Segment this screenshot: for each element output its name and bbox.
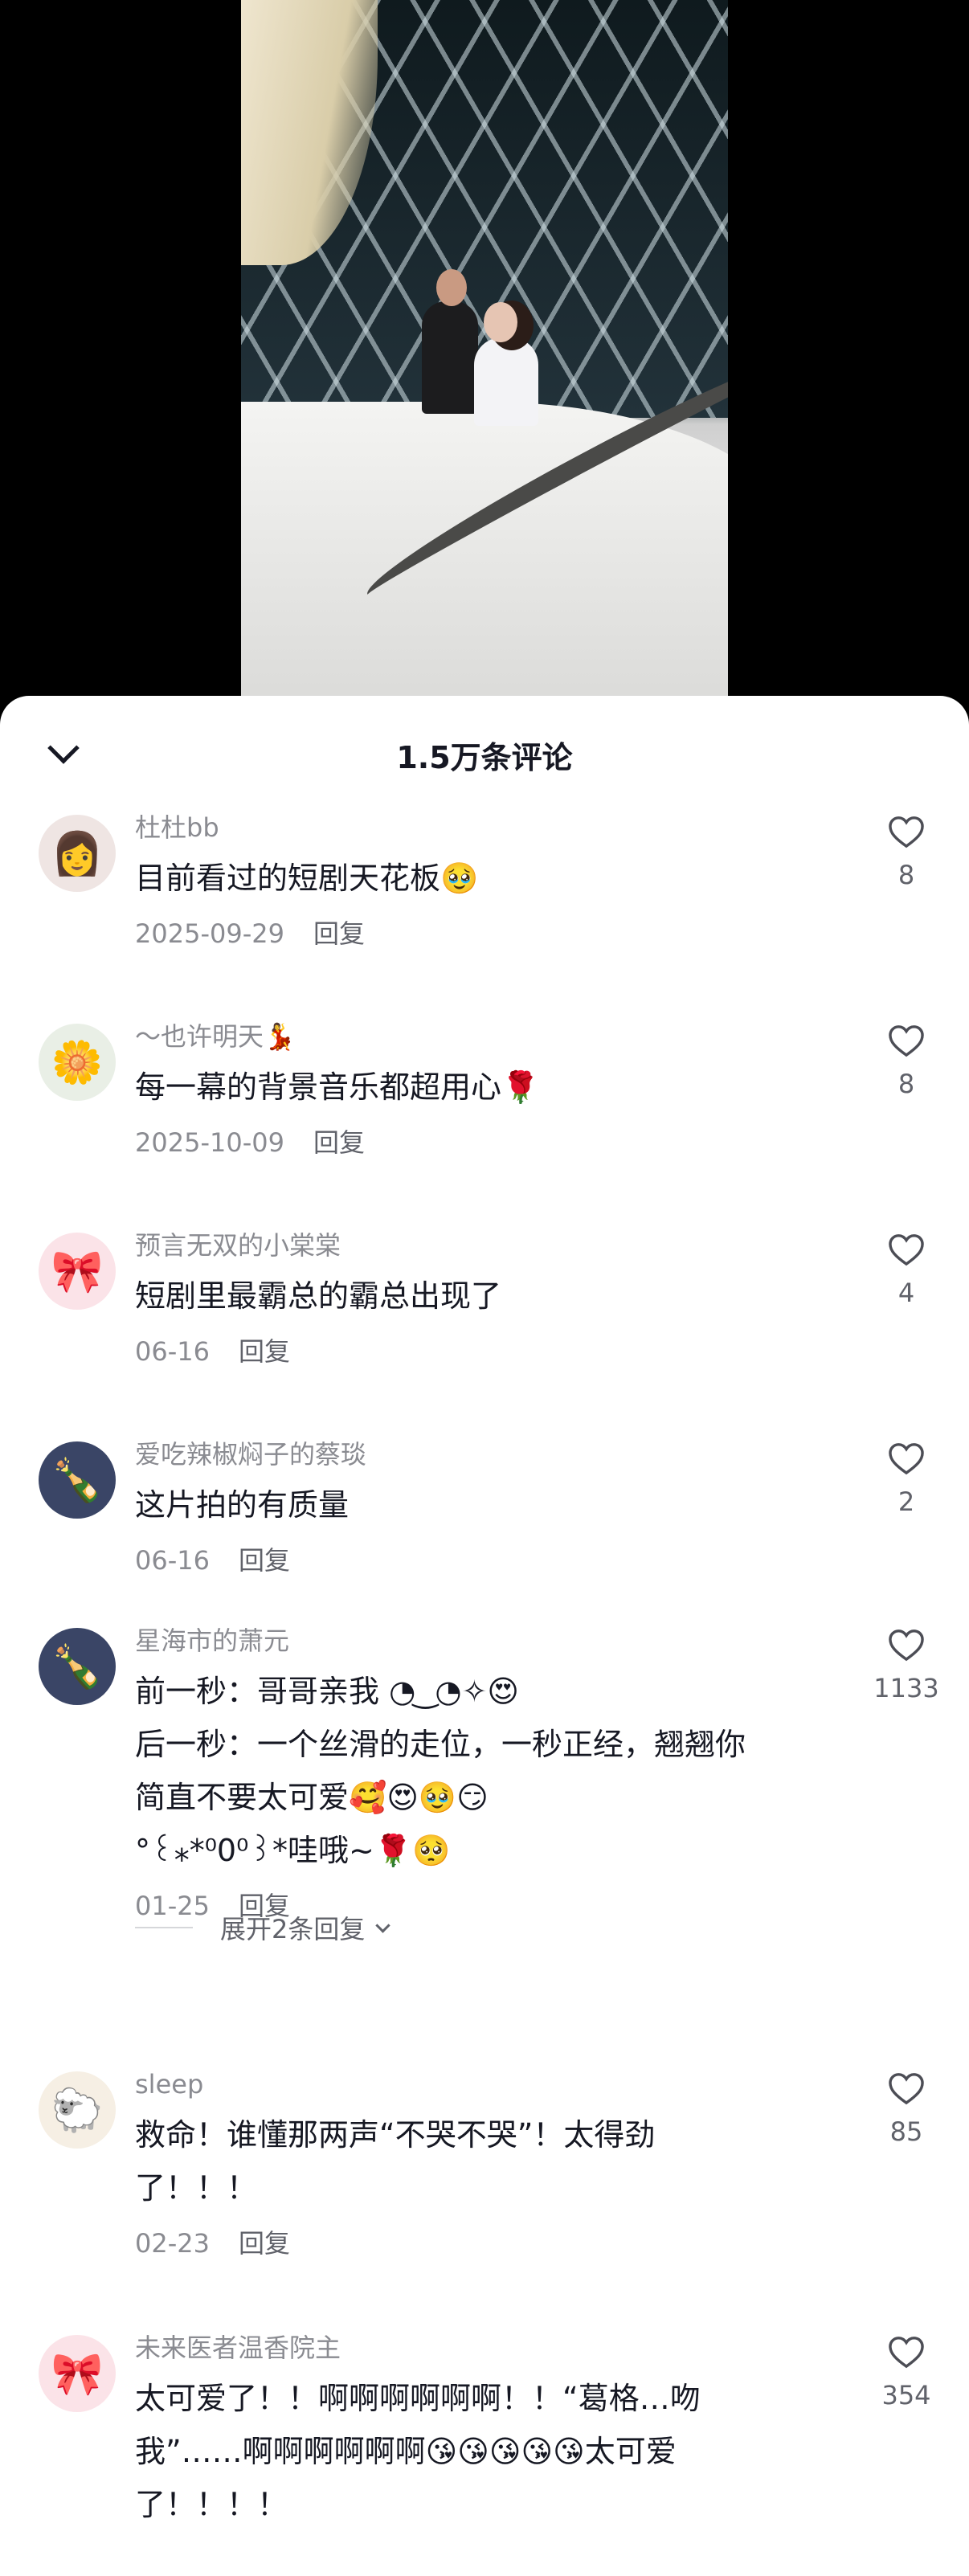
avatar[interactable]: 🌼 [39,1024,116,1101]
comment-meta: 06-16 回复 [135,1334,826,1369]
comment-date: 06-16 [135,1336,210,1367]
comment-text: 救命！谁懂那两声“不哭不哭”！太得劲 了！！！ [135,2108,826,2214]
comments-header: 1.5万条评论 [0,696,969,800]
heart-icon [889,1025,924,1057]
divider [135,1927,193,1928]
like-count: 8 [897,860,915,890]
comment-text-line: 了！！！ [135,2170,258,2206]
comment-date: 2025-09-29 [135,918,284,949]
comment-text-line: 简直不要太可爱🥰😍🥹😏 [135,1780,489,1815]
reply-button[interactable]: 回复 [313,1127,365,1158]
reply-button[interactable]: 回复 [239,1545,290,1576]
figure-woman [474,302,538,426]
heart-icon [889,2337,924,2369]
comment-text-line: °꒰⁎*⁰0⁰꒱*哇哦~🌹🥺 [135,1833,451,1868]
like-count: 1133 [873,1673,939,1703]
heart-icon [889,1443,924,1475]
like-button[interactable]: 8 [868,815,945,890]
like-count: 85 [889,2116,923,2147]
comments-count-title: 1.5万条评论 [396,740,573,775]
comment-date: 06-16 [135,1545,210,1576]
comments-sheet: 1.5万条评论 👩 杜杜bb 目前看过的短剧天花板🥹 2025-09-29 回复 … [0,696,969,2576]
avatar[interactable]: 🍾 [39,1628,116,1705]
comment-meta: 06-16 回复 [135,1543,826,1578]
comment-text-line: 前一秒：哥哥亲我 ◔ ͜ ◔✧😍 [135,1674,520,1709]
reply-button[interactable]: 回复 [239,2228,290,2259]
comment-username[interactable]: 杜杜bb [135,810,826,845]
like-count: 2 [897,1486,915,1517]
comment-username[interactable]: 未来医者温香院主 [135,2330,826,2365]
like-count: 8 [897,1069,915,1099]
figure-man [422,269,478,414]
comment-text-line: 了！！！！ [135,2487,288,2522]
avatar[interactable]: 🍾 [39,1441,116,1519]
avatar[interactable]: 🐑 [39,2071,116,2149]
reply-button[interactable]: 回复 [239,1336,290,1367]
heart-icon [889,1629,924,1662]
comment-date: 2025-10-09 [135,1127,284,1158]
like-button[interactable]: 1133 [868,1628,945,1703]
heart-icon [889,1234,924,1266]
comment-text-line: 太可爱了！！啊啊啊啊啊啊！！“葛格…吻 [135,2381,701,2416]
comment-date: 02-23 [135,2228,210,2259]
reply-button[interactable]: 回复 [313,918,365,949]
comment-username[interactable]: 预言无双的小棠棠 [135,1228,826,1263]
comment-text: 这片拍的有质量 [135,1487,350,1523]
like-button[interactable]: 8 [868,1024,945,1099]
avatar[interactable]: 👩 [39,815,116,892]
comment-username[interactable]: 星海市的萧元 [135,1623,826,1658]
comment-meta: 02-23 回复 [135,2226,826,2261]
expand-replies-label: 展开2条回复 [220,1914,366,1944]
avatar[interactable]: 🎀 [39,1233,116,1310]
like-count: 354 [881,2380,931,2410]
comment-text: 短剧里最霸总的霸总出现了 [135,1278,502,1314]
like-button[interactable]: 4 [868,1233,945,1308]
comment-text: 前一秒：哥哥亲我 ◔ ͜ ◔✧😍 后一秒：一个丝滑的走位，一秒正经，翘翘你 简直… [135,1665,826,1877]
chevron-down-icon [375,1917,391,1933]
heart-icon [889,816,924,848]
expand-replies-button[interactable]: 展开2条回复 [135,1909,391,1946]
comment-text-line: 后一秒：一个丝滑的走位，一秒正经，翘翘你 [135,1727,746,1762]
like-count: 4 [897,1278,915,1308]
comment-text: 太可爱了！！啊啊啊啊啊啊！！“葛格…吻 我”……啊啊啊啊啊啊😘😘😘😘😘太可爱 了… [135,2372,826,2531]
video-frame[interactable] [241,0,728,707]
comment-meta: 2025-10-09 回复 [135,1125,826,1160]
comment-username[interactable]: sleep [135,2067,826,2102]
comment-text: 目前看过的短剧天花板🥹 [135,861,479,896]
comment-meta: 2025-09-29 回复 [135,916,826,951]
video-player[interactable] [0,0,969,707]
like-button[interactable]: 85 [868,2071,945,2147]
comment-text: 每一幕的背景音乐都超用心🌹 [135,1069,540,1105]
like-button[interactable]: 2 [868,1441,945,1517]
comment-text-line: 救命！谁懂那两声“不哭不哭”！太得劲 [135,2117,656,2153]
heart-icon [889,2073,924,2105]
comment-username[interactable]: ～也许明天💃 [135,1019,826,1054]
comment-username[interactable]: 爱吃辣椒焖子的蔡琰 [135,1437,826,1472]
comment-text-line: 我”……啊啊啊啊啊啊😘😘😘😘😘太可爱 [135,2434,677,2469]
avatar[interactable]: 🎀 [39,2335,116,2412]
like-button[interactable]: 354 [868,2335,945,2410]
